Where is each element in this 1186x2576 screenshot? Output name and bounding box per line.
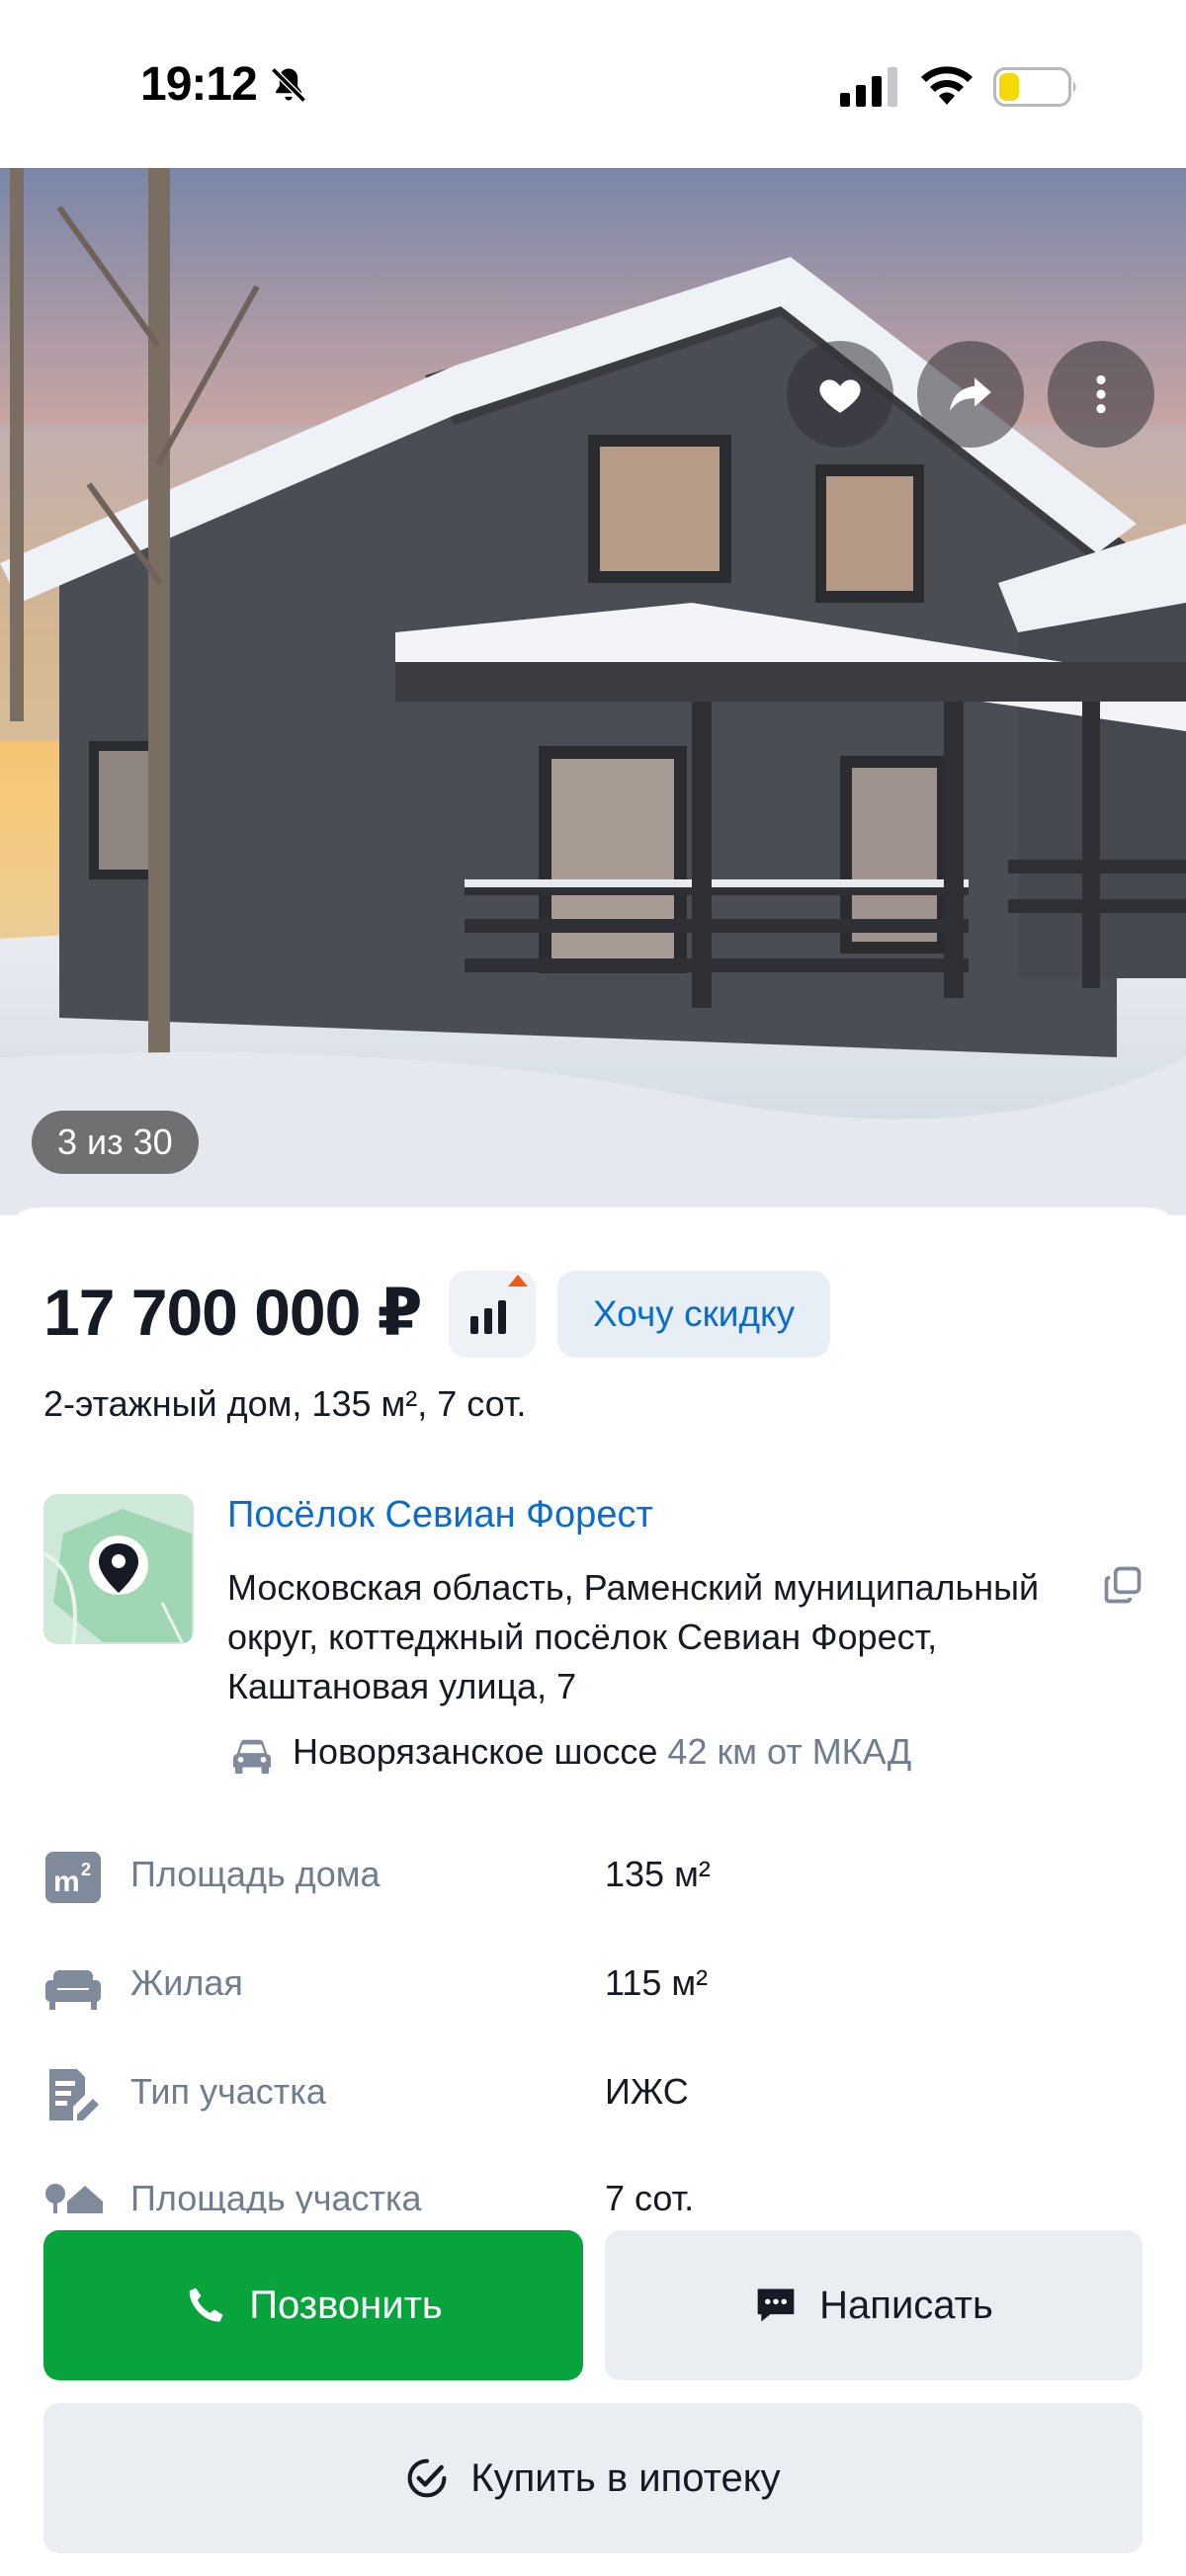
want-discount-button[interactable]: Хочу скидку <box>557 1271 831 1358</box>
svg-text:2: 2 <box>81 1860 91 1879</box>
mortgage-button-label: Купить в ипотеку <box>470 2455 781 2500</box>
price-chart-up-icon <box>470 1275 528 1334</box>
cellular-signal-icon <box>840 67 897 107</box>
call-button[interactable]: Позвонить <box>43 2230 583 2380</box>
share-button[interactable] <box>917 341 1024 448</box>
chat-bubble-icon <box>757 2288 795 2322</box>
listing-page: 19:12 3 из 30 17 700 000 ₽ Хочу скидку 2… <box>0 0 1186 2576</box>
address-text: Московская область, Раменский муниципаль… <box>227 1567 1040 1706</box>
map-pin-icon <box>43 1494 194 1644</box>
svg-text:m: m <box>53 1866 80 1898</box>
copy-icon[interactable] <box>1101 1563 1144 1607</box>
mortgage-button-content: Купить в ипотеку <box>43 2403 1143 2553</box>
wifi-icon <box>921 66 973 105</box>
document-pen-icon <box>49 2069 99 2120</box>
bell-off-icon <box>270 66 307 104</box>
map-thumbnail[interactable] <box>43 1494 194 1644</box>
listing-photo[interactable] <box>0 168 1186 1215</box>
check-badge-icon <box>407 2458 447 2498</box>
photo-counter: 3 из 30 <box>32 1111 199 1174</box>
property-value: 115 м² <box>605 1962 709 2003</box>
price-history-button[interactable] <box>449 1271 536 1358</box>
highway-name: Новорязанское шоссе <box>293 1731 658 1772</box>
property-label: Тип участка <box>130 2071 326 2112</box>
call-button-content: Позвонить <box>43 2230 583 2380</box>
bottom-action-bar: Позвонить Написать Купить в ипотеку <box>0 2213 1186 2576</box>
buy-with-mortgage-button[interactable]: Купить в ипотеку <box>43 2403 1143 2553</box>
phone-icon <box>189 2287 223 2322</box>
property-label: Площадь дома <box>130 1854 381 1894</box>
area-m2-icon: m 2 <box>45 1852 101 1903</box>
more-vertical-icon <box>1096 374 1106 414</box>
more-options-button[interactable] <box>1048 341 1154 448</box>
write-button-label: Написать <box>819 2283 993 2327</box>
mkad-distance: 42 км от МКАД <box>667 1731 912 1772</box>
property-value: ИЖС <box>605 2071 689 2112</box>
village-link[interactable]: Посёлок Севиан Форест <box>227 1494 653 1537</box>
write-button-content: Написать <box>605 2230 1143 2380</box>
property-value: 135 м² <box>605 1854 711 1894</box>
sofa-icon <box>45 1970 101 2010</box>
property-label: Жилая <box>130 1962 243 2003</box>
property-row-house-area: m 2 Площадь дома 135 м² <box>43 1840 1150 1909</box>
property-row-plot-type: Тип участка ИЖС <box>43 2057 1150 2126</box>
highway-info: Новорязанское шоссе 42 км от МКАД <box>293 1731 911 1773</box>
price: 17 700 000 ₽ <box>43 1276 423 1349</box>
status-time: 19:12 <box>140 58 258 111</box>
share-arrow-icon <box>950 377 991 411</box>
car-icon <box>232 1739 272 1775</box>
heart-icon <box>819 379 861 413</box>
property-row-living-area: Жилая 115 м² <box>43 1949 1150 2018</box>
write-message-button[interactable]: Написать <box>605 2230 1143 2380</box>
house-photo-illustration <box>0 168 1186 1215</box>
call-button-label: Позвонить <box>249 2283 443 2327</box>
battery-low-icon <box>993 67 1076 107</box>
listing-subtitle: 2-этажный дом, 135 м², 7 сот. <box>43 1383 527 1424</box>
status-bar: 19:12 <box>0 0 1186 168</box>
favorite-button[interactable] <box>787 341 893 448</box>
